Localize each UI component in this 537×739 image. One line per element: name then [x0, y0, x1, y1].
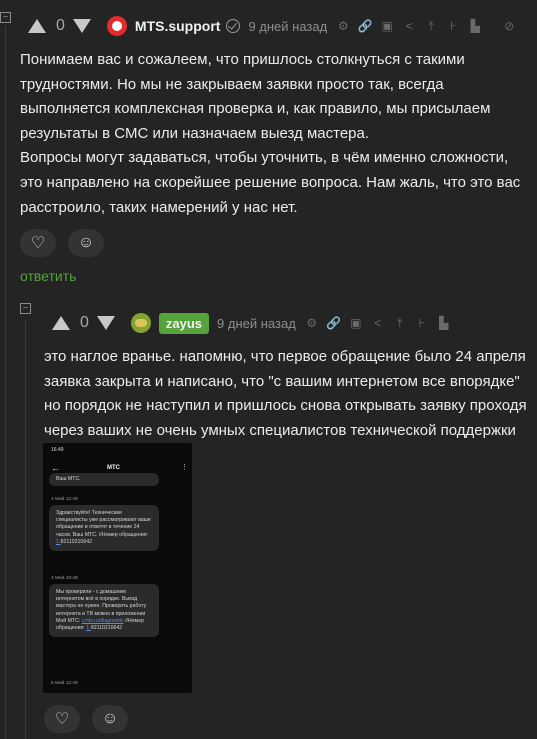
comment-body: Понимаем вас и сожалеем, что пришлось ст… — [20, 48, 525, 220]
thread-icon[interactable]: ⊦ — [445, 19, 461, 33]
collapse-thread-button[interactable]: − — [20, 303, 31, 314]
sms-time: 4 Май 19:48 — [51, 576, 78, 581]
comment-paragraph: Вопросы могут задаваться, чтобы уточнить… — [20, 149, 521, 216]
sms-bubble: Ваш МТС. — [49, 473, 159, 487]
verified-icon — [226, 19, 241, 33]
comment-header: 0 MTS.support 9 дней назад ⚙ 🔗 ▣ < ⤒ ⊦ ▙… — [28, 13, 517, 39]
flag-icon[interactable]: ▙ — [467, 19, 483, 33]
avatar[interactable] — [130, 313, 151, 333]
link-icon[interactable]: 🔗 — [357, 19, 373, 33]
sms-number: 82110210642 — [90, 625, 123, 632]
emoji-icon[interactable]: ⚙ — [304, 316, 320, 330]
reaction-button[interactable]: ☺ — [92, 705, 128, 733]
reaction-button[interactable]: ☺ — [68, 229, 104, 257]
heart-icon: ♡ — [54, 711, 70, 728]
sms-bubble: Здравствуйте! Технические специалисты уж… — [49, 505, 159, 552]
like-button[interactable]: ♡ — [20, 229, 56, 257]
pin-icon[interactable]: ⤒ — [423, 19, 439, 34]
more-icon: ⋮ — [181, 464, 188, 471]
author-name[interactable]: zayus — [158, 312, 210, 334]
comment-header: 0 zayus 9 дней назад ⚙ 🔗 ▣ < ⤒ ⊦ ▙ — [52, 310, 452, 336]
thread-icon[interactable]: ⊦ — [414, 316, 430, 330]
flag-icon[interactable]: ▙ — [436, 316, 452, 330]
downvote-button[interactable] — [96, 316, 115, 330]
heart-icon: ♡ — [30, 235, 46, 252]
thread-line — [25, 320, 26, 739]
save-icon[interactable]: ▣ — [348, 316, 364, 330]
upvote-button[interactable] — [28, 19, 46, 33]
phone-status-time: 16:49 — [51, 447, 64, 453]
back-arrow-icon: ← — [51, 463, 60, 473]
comment-score: 0 — [56, 17, 65, 34]
attached-screenshot[interactable]: 16:49 ← МТС ⋮ Ваш МТС. 4 Май 12:49 Здрав… — [43, 443, 192, 693]
upvote-button[interactable] — [52, 316, 70, 330]
comment-actions: ♡ ☺ — [20, 229, 104, 257]
hide-icon[interactable]: ⊘ — [501, 19, 517, 33]
sms-time: 5 Май 12:49 — [51, 681, 78, 686]
comment-time[interactable]: 9 дней назад — [248, 19, 327, 34]
sms-link: l.mts.ru/diagnostic — [81, 617, 124, 624]
emoji-add-icon: ☺ — [101, 710, 119, 727]
save-icon[interactable]: ▣ — [379, 19, 395, 33]
share-icon[interactable]: < — [401, 19, 417, 33]
like-button[interactable]: ♡ — [44, 705, 80, 733]
comment-paragraph: Понимаем вас и сожалеем, что пришлось ст… — [20, 51, 491, 142]
reply-link[interactable]: ответить — [20, 268, 76, 284]
comment-score: 0 — [80, 314, 89, 331]
thread-line — [5, 26, 6, 739]
comment-time[interactable]: 9 дней назад — [217, 316, 296, 331]
downvote-button[interactable] — [72, 19, 91, 33]
sms-text: Здравствуйте! Технические специалисты уж… — [56, 510, 151, 538]
link-icon[interactable]: 🔗 — [326, 316, 342, 330]
chat-title: МТС — [107, 465, 120, 471]
avatar[interactable] — [106, 16, 127, 36]
sms-bubble: Мы проверили - с домашним интернетом всё… — [49, 584, 159, 638]
comment-actions: ♡ ☺ — [44, 705, 128, 733]
sms-number: 82110210642 — [60, 538, 92, 545]
emoji-add-icon: ☺ — [77, 234, 95, 251]
pin-icon[interactable]: ⤒ — [392, 316, 408, 331]
share-icon[interactable]: < — [370, 316, 386, 330]
author-name[interactable]: MTS.support — [135, 18, 221, 34]
emoji-icon[interactable]: ⚙ — [335, 19, 351, 33]
comment-body: это наглое вранье. напомню, что первое о… — [44, 348, 527, 439]
collapse-thread-button[interactable]: − — [0, 12, 11, 23]
sms-time: 4 Май 12:49 — [51, 497, 78, 502]
